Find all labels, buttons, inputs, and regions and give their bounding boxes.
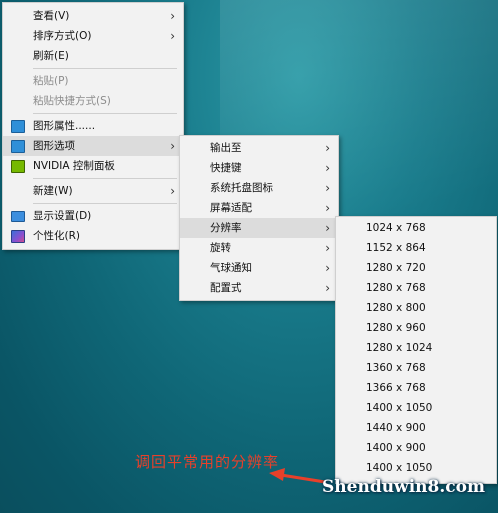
chevron-right-icon: › bbox=[170, 29, 175, 43]
resolution-option[interactable]: 1400 x 1050 bbox=[336, 398, 496, 418]
menu-item-label: 排序方式(O) bbox=[33, 30, 92, 42]
submenu-item-resolution[interactable]: 分辨率 › bbox=[180, 218, 338, 238]
resolution-option[interactable]: 1400 x 900 bbox=[336, 438, 496, 458]
chevron-right-icon: › bbox=[325, 261, 330, 275]
intel-graphics-icon bbox=[11, 120, 25, 133]
resolution-option[interactable]: 1280 x 800 bbox=[336, 298, 496, 318]
resolution-option[interactable]: 1360 x 768 bbox=[336, 358, 496, 378]
chevron-right-icon: › bbox=[325, 221, 330, 235]
menu-item-display-settings[interactable]: 显示设置(D) bbox=[3, 206, 183, 226]
menu-separator bbox=[33, 68, 177, 69]
chevron-right-icon: › bbox=[170, 184, 175, 198]
chevron-right-icon: › bbox=[325, 141, 330, 155]
menu-separator bbox=[33, 113, 177, 114]
menu-item-label: 新建(W) bbox=[33, 185, 73, 197]
annotation-caption: 调回平常用的分辨率 bbox=[135, 453, 280, 471]
menu-item-label: 查看(V) bbox=[33, 10, 70, 22]
graphics-options-submenu: 输出至 › 快捷键 › 系统托盘图标 › 屏幕适配 › 分辨率 › 旋转 › 气… bbox=[179, 135, 339, 301]
menu-item-label: 屏幕适配 bbox=[210, 202, 252, 214]
resolution-option[interactable]: 1024 x 768 bbox=[336, 218, 496, 238]
menu-item-label: 输出至 bbox=[210, 142, 242, 154]
intel-graphics-icon bbox=[11, 140, 25, 153]
submenu-item-rotation[interactable]: 旋转 › bbox=[180, 238, 338, 258]
menu-item-label: 个性化(R) bbox=[33, 230, 80, 242]
menu-item-label: NVIDIA 控制面板 bbox=[33, 160, 115, 172]
resolution-option[interactable]: 1280 x 768 bbox=[336, 278, 496, 298]
menu-item-view[interactable]: 查看(V) › bbox=[3, 6, 183, 26]
resolution-option[interactable]: 1280 x 1024 bbox=[336, 338, 496, 358]
menu-separator bbox=[33, 178, 177, 179]
submenu-item-balloon-notify[interactable]: 气球通知 › bbox=[180, 258, 338, 278]
desktop-context-menu: 查看(V) › 排序方式(O) › 刷新(E) 粘贴(P) 粘贴快捷方式(S) … bbox=[2, 2, 184, 250]
annotation-arrow-icon bbox=[269, 468, 326, 484]
submenu-item-tray-icon[interactable]: 系统托盘图标 › bbox=[180, 178, 338, 198]
menu-item-refresh[interactable]: 刷新(E) bbox=[3, 46, 183, 66]
menu-item-label: 旋转 bbox=[210, 242, 231, 254]
menu-item-paste-shortcut: 粘贴快捷方式(S) bbox=[3, 91, 183, 111]
menu-item-new[interactable]: 新建(W) › bbox=[3, 181, 183, 201]
chevron-right-icon: › bbox=[325, 241, 330, 255]
menu-item-paste: 粘贴(P) bbox=[3, 71, 183, 91]
menu-item-label: 图形属性...... bbox=[33, 120, 96, 132]
menu-item-label: 粘贴(P) bbox=[33, 75, 69, 87]
resolution-option[interactable]: 1152 x 864 bbox=[336, 238, 496, 258]
chevron-right-icon: › bbox=[170, 139, 175, 153]
menu-item-label: 气球通知 bbox=[210, 262, 252, 274]
submenu-item-screen-fit[interactable]: 屏幕适配 › bbox=[180, 198, 338, 218]
resolution-option[interactable]: 1280 x 720 bbox=[336, 258, 496, 278]
menu-item-personalize[interactable]: 个性化(R) bbox=[3, 226, 183, 246]
menu-item-sort-by[interactable]: 排序方式(O) › bbox=[3, 26, 183, 46]
chevron-right-icon: › bbox=[325, 281, 330, 295]
nvidia-icon bbox=[11, 160, 25, 173]
menu-item-label: 刷新(E) bbox=[33, 50, 69, 62]
submenu-item-output-to[interactable]: 输出至 › bbox=[180, 138, 338, 158]
resolution-option[interactable]: 1440 x 900 bbox=[336, 418, 496, 438]
menu-item-graphics-properties[interactable]: 图形属性...... bbox=[3, 116, 183, 136]
resolution-submenu: 1024 x 768 1152 x 864 1280 x 720 1280 x … bbox=[335, 216, 497, 484]
menu-item-label: 图形选项 bbox=[33, 140, 75, 152]
chevron-right-icon: › bbox=[325, 161, 330, 175]
menu-item-label: 分辨率 bbox=[210, 222, 242, 234]
menu-item-label: 粘贴快捷方式(S) bbox=[33, 95, 111, 107]
display-icon bbox=[11, 211, 25, 222]
chevron-right-icon: › bbox=[325, 181, 330, 195]
submenu-item-profiles[interactable]: 配置式 › bbox=[180, 278, 338, 298]
resolution-option[interactable]: 1400 x 1050 bbox=[336, 458, 496, 478]
menu-item-label: 快捷键 bbox=[210, 162, 242, 174]
submenu-item-hotkeys[interactable]: 快捷键 › bbox=[180, 158, 338, 178]
menu-item-graphics-options[interactable]: 图形选项 › bbox=[3, 136, 183, 156]
menu-item-label: 显示设置(D) bbox=[33, 210, 92, 222]
chevron-right-icon: › bbox=[325, 201, 330, 215]
watermark-text: Shenduwin8.com bbox=[322, 477, 485, 497]
menu-item-label: 配置式 bbox=[210, 282, 242, 294]
menu-item-label: 系统托盘图标 bbox=[210, 182, 273, 194]
chevron-right-icon: › bbox=[170, 9, 175, 23]
resolution-option[interactable]: 1366 x 768 bbox=[336, 378, 496, 398]
resolution-option[interactable]: 1280 x 960 bbox=[336, 318, 496, 338]
menu-separator bbox=[33, 203, 177, 204]
menu-item-nvidia-control-panel[interactable]: NVIDIA 控制面板 bbox=[3, 156, 183, 176]
personalize-icon bbox=[11, 230, 25, 243]
